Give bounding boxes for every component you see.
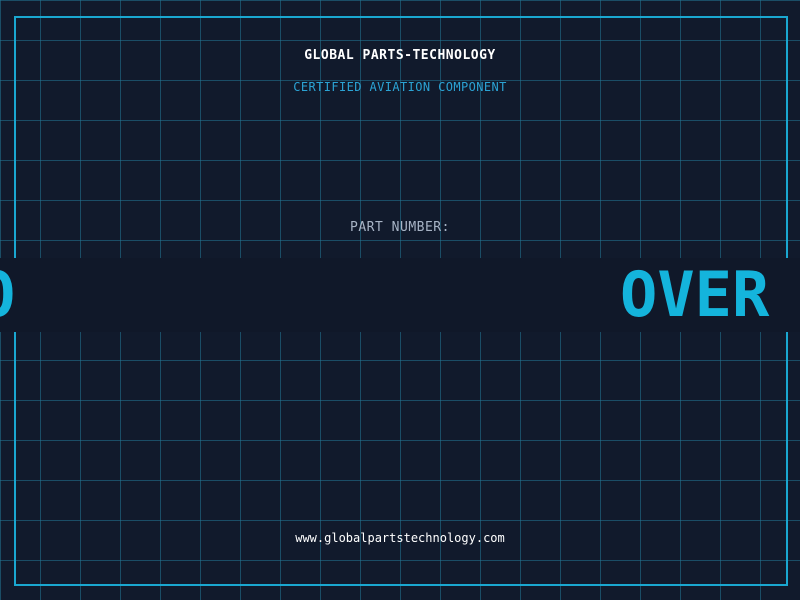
marquee-text-right: OVER [620,258,770,331]
tagline: CERTIFIED AVIATION COMPONENT [293,80,507,94]
company-name: GLOBAL PARTS-TECHNOLOGY [304,48,496,63]
part-number-marquee: O OVER [0,258,800,332]
marquee-text-left: O [0,264,15,326]
display-screen: GLOBAL PARTS-TECHNOLOGY CERTIFIED AVIATI… [0,0,800,600]
website-url: www.globalpartstechnology.com [295,531,505,545]
part-number-label: PART NUMBER: [350,220,450,235]
